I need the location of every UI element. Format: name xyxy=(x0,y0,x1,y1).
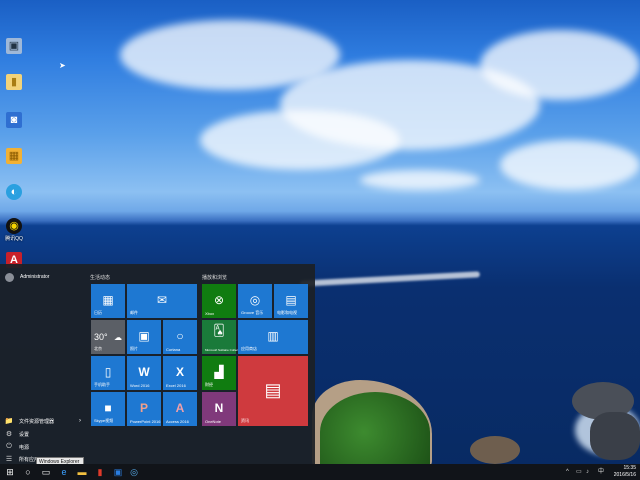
ocean-glint xyxy=(299,271,481,287)
taskbar-app-blue[interactable]: ▣ xyxy=(110,464,126,480)
package-icon: ▦ xyxy=(6,148,22,164)
folder-icon: ▬ xyxy=(77,467,87,477)
clock-time: 15:35 xyxy=(623,465,636,471)
video-icon: ■ xyxy=(104,401,112,416)
phone-icon: ▯ xyxy=(104,365,112,380)
music-icon: ◎ xyxy=(249,293,261,308)
desktop-icon-qq[interactable]: ◉ 腾讯QQ xyxy=(2,218,26,248)
clock[interactable]: 15:35 2016/5/16 xyxy=(614,465,636,479)
edge-icon: e xyxy=(61,467,67,477)
start-item-settings[interactable]: ⚙ 设置 xyxy=(0,427,85,441)
qq-label: 腾讯QQ xyxy=(5,236,23,242)
network-icon[interactable]: ▭ xyxy=(576,464,582,480)
desktop-icon-network[interactable]: ◙ xyxy=(2,112,26,142)
group-title-life: 生活动态 xyxy=(90,275,111,281)
weather-temp: 30° xyxy=(94,332,108,342)
input-method[interactable]: 中 xyxy=(598,464,604,480)
edge-icon: ◐ xyxy=(6,184,22,200)
rock xyxy=(590,412,640,460)
list-icon: ☰ xyxy=(5,456,13,463)
desktop-icon-edge[interactable]: ◐ xyxy=(2,184,26,214)
powerpoint-icon: P xyxy=(139,401,148,416)
tile-calendar[interactable]: ▦ 日历 xyxy=(91,284,125,318)
tile-onenote[interactable]: N OneNote xyxy=(202,392,236,426)
mouse-cursor-icon: ➤ xyxy=(59,61,66,70)
app-icon: ◎ xyxy=(130,467,138,477)
computer-icon: ▣ xyxy=(6,38,22,54)
taskbar-explorer[interactable]: ▬ xyxy=(74,464,90,480)
search-icon: ○ xyxy=(25,467,31,477)
calendar-icon: ▦ xyxy=(102,293,114,308)
access-icon: A xyxy=(175,401,185,416)
taskbar-edge[interactable]: e xyxy=(56,464,72,480)
group-title-play: 播放和浏览 xyxy=(202,275,228,281)
network-icon: ◙ xyxy=(6,112,22,128)
windows-icon: ⊞ xyxy=(6,467,14,477)
search-button[interactable]: ○ xyxy=(20,464,36,480)
task-view-icon: ▭ xyxy=(41,467,51,477)
rock xyxy=(470,436,520,464)
gear-icon: ⚙ xyxy=(5,431,13,438)
chevron-right-icon: › xyxy=(79,418,81,424)
tile-access[interactable]: A Access 2016 xyxy=(163,392,197,426)
cards-icon: 🂡 xyxy=(213,324,225,337)
start-button[interactable]: ⊞ xyxy=(2,464,18,480)
user-name: Administrator xyxy=(20,274,50,280)
tile-phone-companion[interactable]: ▯ 手机助手 xyxy=(91,356,125,390)
app-icon: ▮ xyxy=(97,467,103,477)
folder-icon: 📁 xyxy=(4,418,14,425)
app-icon: ▣ xyxy=(113,467,123,477)
qq-icon: ◉ xyxy=(6,218,22,234)
desktop-icon-package[interactable]: ▦ xyxy=(2,148,26,178)
chart-icon: ▟ xyxy=(214,365,224,380)
user-account[interactable]: Administrator xyxy=(0,270,85,284)
excel-icon: X xyxy=(175,365,184,380)
tile-movies[interactable]: ▤ 电影和电视 xyxy=(274,284,308,318)
tile-weather[interactable]: 30° ☁ 北京 xyxy=(91,320,125,354)
folder-icon: ▮ xyxy=(6,74,22,90)
tile-cortana[interactable]: ○ Cortana xyxy=(163,320,197,354)
tile-store[interactable]: ▥ 应用商店 xyxy=(238,320,308,354)
news-icon: ▤ xyxy=(264,380,282,401)
film-icon: ▤ xyxy=(285,293,297,308)
tile-word[interactable]: W Word 2016 xyxy=(127,356,161,390)
tile-news[interactable]: ▤ 资讯 xyxy=(238,356,308,426)
onenote-icon: N xyxy=(214,401,224,416)
tile-photos[interactable]: ▣ 照片 xyxy=(127,320,161,354)
chevron-up-icon[interactable]: ^ xyxy=(566,464,569,480)
desktop-icon-folder[interactable]: ▮ xyxy=(2,74,26,104)
start-menu-left-column: Administrator 📁 文件资源管理器 › ⚙ 设置 ⏻ 电源 ☰ 所有… xyxy=(0,264,85,466)
desktop-icon-computer[interactable]: ▣ xyxy=(2,38,26,68)
tile-solitaire[interactable]: 🂡 Microsoft Solitaire Collection xyxy=(202,320,243,354)
cloud-icon: ☁ xyxy=(114,333,122,342)
volume-icon[interactable]: ♪ xyxy=(586,464,589,480)
store-icon: ▥ xyxy=(267,329,279,344)
tile-powerpoint[interactable]: P PowerPoint 2016 xyxy=(127,392,161,426)
taskbar-app-round[interactable]: ◎ xyxy=(126,464,142,480)
tile-xbox[interactable]: ⊗ Xbox xyxy=(202,284,236,318)
tile-money[interactable]: ▟ 财经 xyxy=(202,356,236,390)
taskbar: ⊞ ○ ▭ e ▬ ▮ ▣ ◎ ^ ▭ ♪ 中 15:35 2016/5/16 xyxy=(0,464,640,480)
mail-icon: ✉ xyxy=(156,293,168,308)
tile-groove[interactable]: ◎ Groove 音乐 xyxy=(238,284,272,318)
avatar xyxy=(5,272,14,282)
taskbar-app-red[interactable]: ▮ xyxy=(92,464,108,480)
word-icon: W xyxy=(138,365,150,380)
tile-excel[interactable]: X Excel 2016 xyxy=(163,356,197,390)
tile-mail[interactable]: ✉ 邮件 xyxy=(127,284,197,318)
tree xyxy=(320,392,430,472)
tile-skype[interactable]: ■ Skype视频 xyxy=(91,392,125,426)
task-view-button[interactable]: ▭ xyxy=(38,464,54,480)
clock-date: 2016/5/16 xyxy=(613,472,636,478)
xbox-icon: ⊗ xyxy=(213,293,225,308)
cortana-icon: ○ xyxy=(176,329,184,344)
photo-icon: ▣ xyxy=(138,329,150,344)
start-menu: Administrator 📁 文件资源管理器 › ⚙ 设置 ⏻ 电源 ☰ 所有… xyxy=(0,264,315,466)
start-item-file-explorer[interactable]: 📁 文件资源管理器 › xyxy=(0,414,85,428)
power-icon: ⏻ xyxy=(6,443,12,450)
